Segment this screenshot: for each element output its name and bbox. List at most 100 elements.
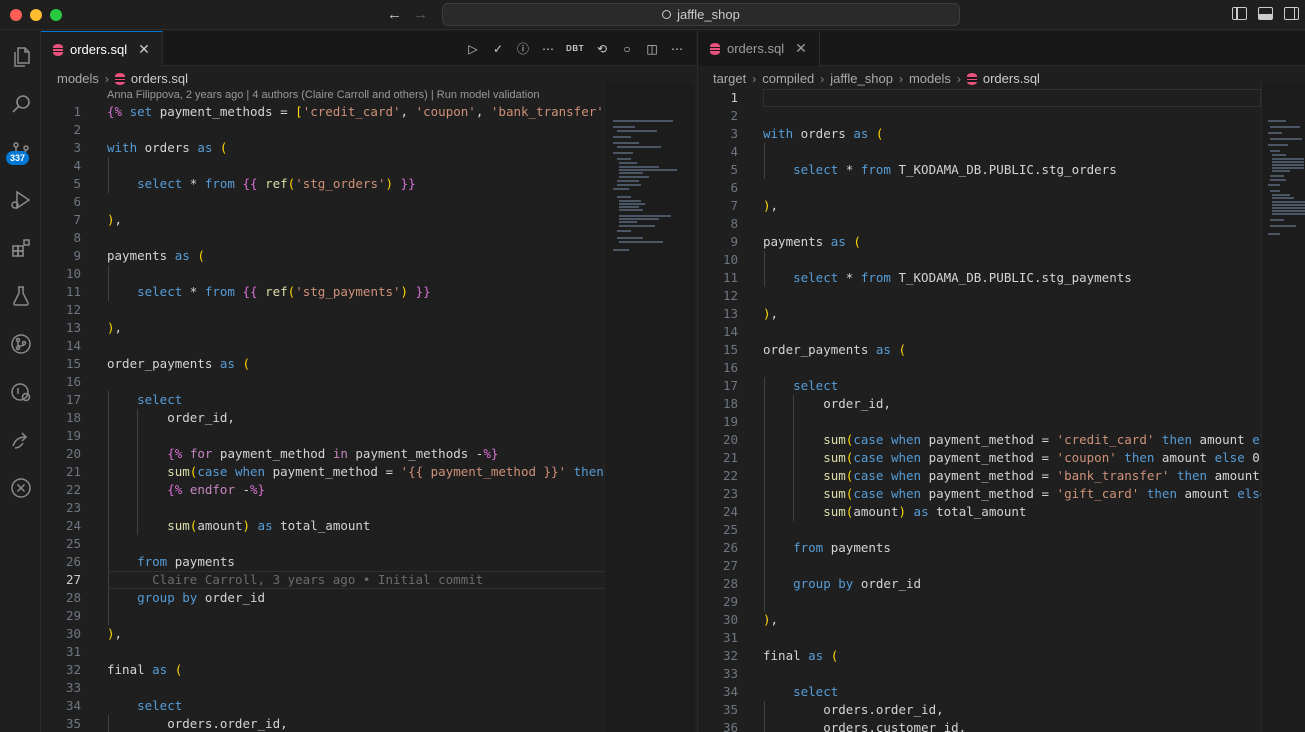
code-line: 31 (722, 630, 738, 645)
code-line: 26 from payments (65, 554, 235, 569)
remote-icon[interactable] (0, 422, 41, 458)
code-line: 25 (65, 536, 81, 551)
tab-orders-sql[interactable]: orders.sql ✕ (41, 31, 163, 67)
code-line: 22 sum(case when payment_method = 'bank_… (722, 468, 1260, 483)
code-line: 29 (722, 594, 738, 609)
code-line: 24 sum(amount) as total_amount (65, 518, 371, 533)
check-icon[interactable]: ✓ (491, 42, 505, 56)
activity-bar: 337 (0, 31, 41, 732)
more-icon[interactable]: ⋯ (670, 42, 684, 56)
info-icon[interactable]: ⓘ (516, 40, 530, 57)
close-icon[interactable]: ✕ (795, 40, 807, 57)
code-editor-compiled[interactable]: 1 2 3 with orders as ( 4 5 select * from … (698, 89, 1261, 732)
git-graph-icon[interactable] (0, 326, 41, 362)
codelens-blame[interactable]: Anna Filippova, 2 years ago | 4 authors … (107, 89, 540, 101)
chevron-right-icon: › (956, 72, 961, 86)
maximize-window-button[interactable] (50, 9, 62, 21)
code-line: 8 (730, 216, 738, 231)
breadcrumb-item[interactable]: jaffle_shop (830, 69, 893, 89)
split-editor-icon[interactable]: ◫ (645, 42, 659, 56)
tab-compiled-orders-sql[interactable]: orders.sql ✕ (698, 31, 820, 66)
code-line: 33 (65, 680, 81, 695)
code-line: 6 (730, 180, 738, 195)
editor-actions: ▷ ✓ ⓘ ⋯ DBT ⟲ ○ ◫ ⋯ (466, 40, 684, 57)
chevron-right-icon: › (820, 72, 825, 86)
sql-file-icon (114, 73, 125, 85)
close-window-button[interactable] (10, 9, 22, 21)
tab-label: orders.sql (727, 41, 785, 56)
code-line: 26 from payments (722, 540, 891, 555)
code-line: 23 (65, 500, 81, 515)
dbt-lineage-icon[interactable] (0, 374, 41, 410)
inline-blame: Claire Carroll, 3 years ago • Initial co… (152, 572, 484, 587)
minimap[interactable] (1261, 83, 1305, 732)
arrow-right-icon[interactable]: → (413, 6, 428, 23)
source-control-badge: 337 (6, 151, 30, 165)
arrow-left-icon[interactable]: ← (387, 6, 402, 23)
title-bar: ← → jaffle_shop (0, 0, 1305, 30)
layout-controls (1232, 7, 1299, 20)
commit-icon[interactable]: ○ (620, 42, 634, 56)
code-line: 10 (65, 266, 81, 281)
breadcrumb-item[interactable]: compiled (762, 69, 814, 89)
tab-bar: orders.sql ✕ ▷ ✓ ⓘ ⋯ DBT ⟲ ○ ◫ ⋯ (41, 31, 696, 67)
sql-file-icon (966, 73, 977, 85)
extensions-icon[interactable] (0, 230, 41, 266)
code-line: 11 select * from {{ ref('stg_payments') … (65, 284, 431, 299)
code-line: 19 (65, 428, 81, 443)
code-line: 11 select * from T_KODAMA_DB.PUBLIC.stg_… (722, 270, 1132, 285)
code-line: 2 (730, 108, 738, 123)
chevron-right-icon: › (104, 72, 109, 86)
code-line: 20 {% for payment_method in payment_meth… (65, 446, 499, 461)
code-line: 27 (722, 558, 738, 573)
code-line: 31 (65, 644, 81, 659)
minimize-window-button[interactable] (30, 9, 42, 21)
code-line: 3 with orders as ( (730, 126, 884, 141)
code-line: 35 orders.order_id, (65, 716, 288, 731)
sql-file-icon (710, 42, 720, 55)
breadcrumb-item[interactable]: target (713, 69, 746, 89)
code-line: 17 select (65, 392, 183, 407)
code-line: 7), (730, 198, 779, 213)
code-line: 32 final as ( (65, 662, 183, 677)
run-icon[interactable]: ▷ (466, 42, 480, 56)
code-line: 28 group by order_id (722, 576, 922, 591)
code-line: 18 order_id, (722, 396, 891, 411)
testing-icon[interactable] (0, 278, 41, 314)
dbt-icon[interactable]: DBT (566, 44, 584, 53)
workspace-name: jaffle_shop (677, 7, 740, 22)
breadcrumb-label: orders.sql (982, 71, 1040, 86)
minimap[interactable] (604, 83, 694, 732)
code-line-current: 1 (698, 89, 1261, 107)
toggle-secondary-sidebar-icon[interactable] (1284, 7, 1299, 20)
search-icon[interactable] (0, 86, 41, 122)
breadcrumb-item[interactable]: models (57, 69, 99, 89)
compile-icon[interactable]: ⟲ (595, 42, 609, 56)
breadcrumb-item[interactable]: orders.sql (966, 69, 1040, 89)
code-line: 15 order_payments as ( (65, 356, 251, 371)
tab-label: orders.sql (70, 42, 128, 57)
code-line: 33 (722, 666, 738, 681)
code-line: 13), (722, 306, 779, 321)
code-line: 14 (65, 338, 81, 353)
dbt-close-icon[interactable] (0, 470, 41, 506)
code-line: 13), (65, 320, 123, 335)
chevron-right-icon: › (898, 72, 903, 86)
code-line: 15 order_payments as ( (722, 342, 907, 357)
code-line: 21 sum(case when payment_method = 'coupo… (722, 450, 1260, 465)
command-center-search[interactable]: jaffle_shop (442, 3, 960, 26)
code-line: 7), (73, 212, 123, 227)
breadcrumb-item[interactable]: orders.sql (114, 69, 188, 89)
code-line: 22 {% endfor -%} (65, 482, 266, 497)
explorer-icon[interactable] (0, 39, 41, 75)
code-line: 9 payments as ( (73, 248, 205, 263)
toggle-panel-icon[interactable] (1258, 7, 1273, 20)
run-debug-icon[interactable] (0, 182, 41, 218)
toggle-primary-sidebar-icon[interactable] (1232, 7, 1247, 20)
lineage-icon[interactable]: ⋯ (541, 42, 555, 56)
code-line: 32 final as ( (722, 648, 839, 663)
close-icon[interactable]: ✕ (138, 41, 150, 58)
code-editor[interactable]: 1 {% set payment_methods = ['credit_card'… (41, 103, 604, 732)
breadcrumb-item[interactable]: models (909, 69, 951, 89)
code-line: 5 select * from {{ ref('stg_orders') }} (73, 176, 416, 191)
